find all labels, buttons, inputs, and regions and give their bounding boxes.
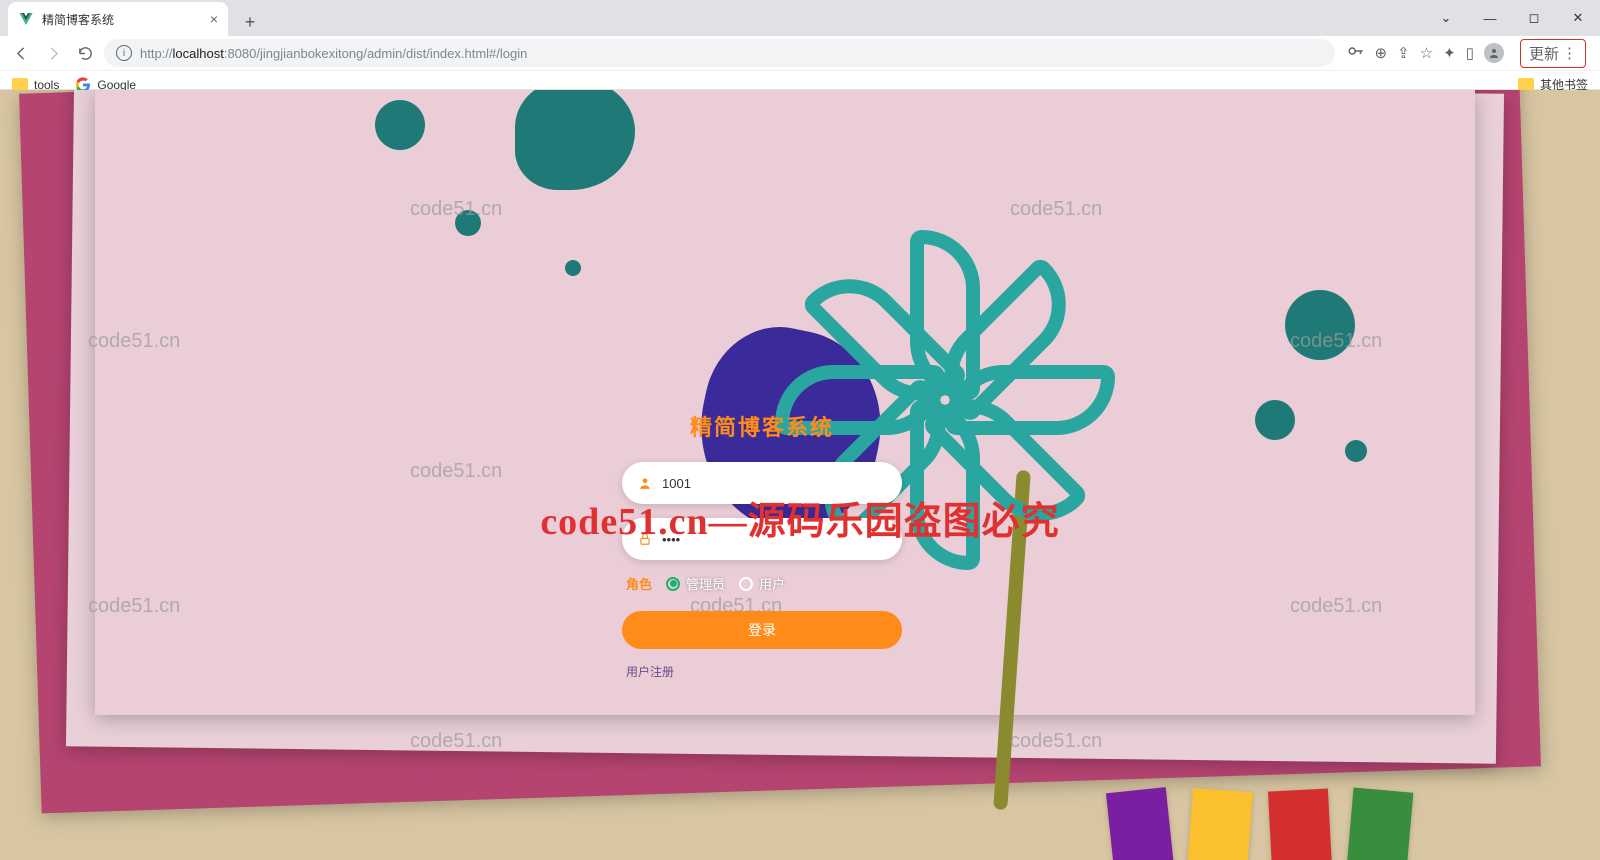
paint-splat-icon xyxy=(455,210,481,236)
role-option-admin[interactable]: 管理员 xyxy=(666,574,725,593)
password-field-wrapper xyxy=(622,518,902,560)
maximize-icon[interactable]: ◻ xyxy=(1512,10,1556,26)
user-icon xyxy=(638,476,652,490)
chevron-down-icon[interactable]: ⌄ xyxy=(1424,10,1468,26)
sticky-note-icon xyxy=(1106,787,1174,860)
login-button[interactable]: 登录 xyxy=(622,611,902,649)
zoom-icon[interactable]: ⊕ xyxy=(1375,44,1388,62)
password-key-icon[interactable] xyxy=(1347,42,1365,64)
close-window-icon[interactable]: ✕ xyxy=(1556,10,1600,26)
login-form: 精简博客系统 角色 管理员 用户 登录 用户注册 xyxy=(622,410,902,680)
tab-title: 精简博客系统 xyxy=(42,11,114,28)
role-option-user[interactable]: 用户 xyxy=(739,574,785,593)
bookmark-star-icon[interactable]: ☆ xyxy=(1420,44,1433,62)
register-link[interactable]: 用户注册 xyxy=(622,663,902,680)
reload-button[interactable] xyxy=(72,40,98,66)
radio-selected-icon xyxy=(666,577,680,591)
paint-splat-icon xyxy=(1285,290,1355,360)
login-title: 精简博客系统 xyxy=(622,410,902,442)
browser-tab[interactable]: 精简博客系统 × xyxy=(8,2,228,36)
radio-unselected-icon xyxy=(739,577,753,591)
share-icon[interactable]: ⇪ xyxy=(1397,44,1410,62)
toolbar-icons: ⊕ ⇪ ☆ ✦ ▯ 更新⋮ xyxy=(1341,39,1592,68)
username-field-wrapper xyxy=(622,462,902,504)
paint-splat-icon xyxy=(565,260,581,276)
username-input[interactable] xyxy=(662,476,886,491)
paint-splat-icon xyxy=(1255,400,1295,440)
profile-avatar-icon[interactable] xyxy=(1484,43,1504,63)
sticky-note-icon xyxy=(1347,788,1414,860)
minimize-icon[interactable]: — xyxy=(1468,11,1512,26)
paint-splat-icon xyxy=(515,90,635,190)
new-tab-button[interactable]: + xyxy=(236,8,264,36)
paint-splat-icon xyxy=(375,100,425,150)
role-label: 角色 xyxy=(626,574,652,593)
forward-button[interactable] xyxy=(40,40,66,66)
lock-icon xyxy=(638,532,652,546)
extensions-icon[interactable]: ✦ xyxy=(1443,44,1456,62)
browser-chrome: 精简博客系统 × + ⌄ — ◻ ✕ i http://localhost:80… xyxy=(0,0,1600,90)
paint-splat-icon xyxy=(1345,440,1367,462)
sticky-note-icon xyxy=(1268,788,1332,860)
window-controls: ⌄ — ◻ ✕ xyxy=(1424,0,1600,36)
address-bar-row: i http://localhost:8080/jingjianbokexito… xyxy=(0,36,1600,70)
vue-favicon-icon xyxy=(18,11,34,27)
role-radio-group: 角色 管理员 用户 xyxy=(626,574,898,593)
sticky-note-icon xyxy=(1187,788,1252,860)
browser-update-button[interactable]: 更新⋮ xyxy=(1520,39,1586,68)
site-info-icon[interactable]: i xyxy=(116,45,132,61)
address-bar[interactable]: i http://localhost:8080/jingjianbokexito… xyxy=(104,39,1335,67)
url-text: http://localhost:8080/jingjianbokexitong… xyxy=(140,46,527,61)
page-viewport: 精简博客系统 角色 管理员 用户 登录 用户注册 code51.cn code5… xyxy=(0,90,1600,860)
tab-strip: 精简博客系统 × + ⌄ — ◻ ✕ xyxy=(0,0,1600,36)
back-button[interactable] xyxy=(8,40,34,66)
tab-close-icon[interactable]: × xyxy=(210,11,218,27)
password-input[interactable] xyxy=(662,532,886,547)
side-panel-icon[interactable]: ▯ xyxy=(1466,44,1474,62)
